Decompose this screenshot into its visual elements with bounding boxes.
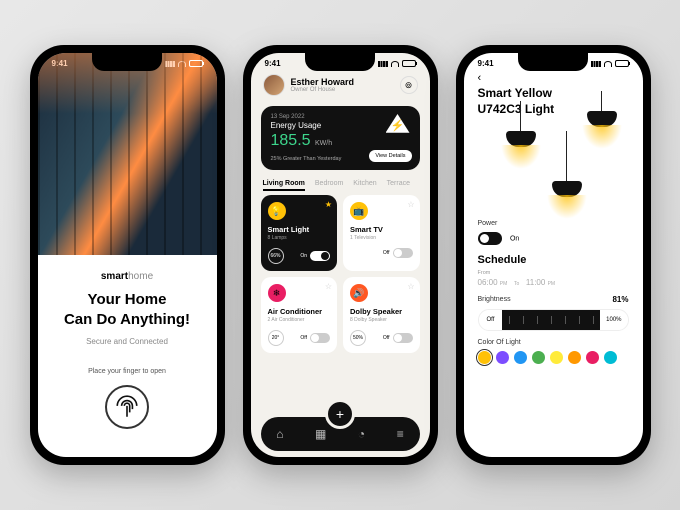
- brightness-label: Brightness: [478, 296, 511, 303]
- device-name: Dolby Speaker: [350, 307, 413, 316]
- status-time: 9:41: [265, 59, 281, 68]
- phone-dashboard: 9:41 Esther Howard Owner Of House ⊚ ⚡ 13…: [243, 45, 438, 465]
- lamp-illustration: [464, 121, 643, 216]
- color-swatches: [478, 351, 629, 364]
- device-toggle[interactable]: [393, 333, 413, 343]
- device-toggle[interactable]: [310, 333, 330, 343]
- device-toggle[interactable]: [393, 248, 413, 258]
- subtitle: Secure and Connected: [56, 337, 199, 346]
- phone-onboarding: 9:41 smarthome Your HomeCan Do Anything!…: [30, 45, 225, 465]
- device-icon: 📺: [350, 202, 368, 220]
- device-value: 50%: [350, 330, 366, 346]
- device-icon: ❄: [268, 284, 286, 302]
- room-tabs: Living Room Bedroom Kitchen Terrace: [251, 174, 430, 195]
- device-sub: 1 Television: [350, 235, 413, 241]
- device-card[interactable]: ☆ 📺 Smart TV 1 Television Off: [343, 195, 420, 271]
- device-state: Off: [383, 335, 390, 341]
- color-swatch[interactable]: [478, 351, 491, 364]
- status-icons: [378, 60, 416, 67]
- color-swatch[interactable]: [514, 351, 527, 364]
- power-state: On: [510, 235, 519, 242]
- nav-settings-icon[interactable]: ≡: [397, 427, 404, 441]
- device-sub: 8 Lamps: [268, 235, 331, 241]
- brightness-value: 81%: [612, 295, 628, 304]
- color-swatch[interactable]: [496, 351, 509, 364]
- device-name: Air Conditioner: [268, 307, 331, 316]
- add-device-button[interactable]: +: [325, 399, 355, 429]
- back-button[interactable]: ‹: [464, 70, 643, 86]
- device-card[interactable]: ★ 💡 Smart Light 8 Lamps 66% On: [261, 195, 338, 271]
- settings-button[interactable]: ⊚: [400, 76, 418, 94]
- tab-terrace[interactable]: Terrace: [387, 180, 410, 191]
- status-time: 9:41: [478, 59, 494, 68]
- schedule-times[interactable]: 06:00 PM To 11:00 PM: [478, 278, 629, 287]
- schedule-from-label: From: [478, 270, 629, 276]
- brightness-slider[interactable]: Off 100%: [478, 309, 629, 331]
- device-icon: 💡: [268, 202, 286, 220]
- power-label: Power: [478, 220, 629, 227]
- tab-living-room[interactable]: Living Room: [263, 180, 305, 191]
- star-icon[interactable]: ★: [325, 200, 332, 209]
- color-swatch[interactable]: [550, 351, 563, 364]
- avatar[interactable]: [263, 74, 285, 96]
- energy-date: 13 Sep 2022: [271, 114, 410, 120]
- device-grid: ★ 💡 Smart Light 8 Lamps 66% On ☆ 📺 Smart…: [251, 195, 430, 353]
- energy-card: ⚡ 13 Sep 2022 Energy Usage 185.5 KW/h 25…: [261, 106, 420, 170]
- nav-bell-icon[interactable]: ◔: [358, 427, 365, 441]
- schedule-title: Schedule: [478, 254, 629, 266]
- power-toggle[interactable]: [478, 232, 502, 245]
- notch: [92, 53, 162, 71]
- color-swatch[interactable]: [532, 351, 545, 364]
- color-swatch[interactable]: [586, 351, 599, 364]
- device-card[interactable]: ☆ 🔊 Dolby Speaker 8 Dolby Speaker 50% Of…: [343, 277, 420, 353]
- device-state: On: [300, 253, 307, 259]
- nav-grid-icon[interactable]: ▦: [315, 427, 326, 441]
- status-time: 9:41: [52, 59, 68, 68]
- fingerprint-hint: Place your finger to open: [56, 368, 199, 375]
- device-toggle[interactable]: [310, 251, 330, 261]
- device-sub: 2 Air Conditioner: [268, 317, 331, 323]
- fingerprint-button[interactable]: [105, 385, 149, 429]
- nav-home-icon[interactable]: ⌂: [276, 427, 283, 441]
- device-value: 20°: [268, 330, 284, 346]
- tab-bedroom[interactable]: Bedroom: [315, 180, 343, 191]
- user-role: Owner Of House: [291, 87, 355, 93]
- status-icons: [165, 60, 203, 67]
- device-value: 66%: [268, 248, 284, 264]
- star-icon[interactable]: ☆: [407, 282, 414, 291]
- device-sub: 8 Dolby Speaker: [350, 317, 413, 323]
- star-icon[interactable]: ☆: [325, 282, 332, 291]
- status-icons: [591, 60, 629, 67]
- notch: [518, 53, 588, 71]
- color-label: Color Of Light: [478, 339, 629, 346]
- headline: Your HomeCan Do Anything!: [56, 290, 199, 331]
- color-swatch[interactable]: [568, 351, 581, 364]
- device-name: Smart TV: [350, 225, 413, 234]
- device-state: Off: [383, 250, 390, 256]
- tab-kitchen[interactable]: Kitchen: [353, 180, 376, 191]
- hero-image: 9:41: [38, 53, 217, 255]
- star-icon[interactable]: ☆: [407, 200, 414, 209]
- color-swatch[interactable]: [604, 351, 617, 364]
- energy-value: 185.5 KW/h: [271, 132, 410, 150]
- device-name: Smart Light: [268, 225, 331, 234]
- device-icon: 🔊: [350, 284, 368, 302]
- device-state: Off: [300, 335, 307, 341]
- fingerprint-icon: [114, 394, 140, 420]
- user-name: Esther Howard: [291, 77, 355, 87]
- device-card[interactable]: ☆ ❄ Air Conditioner 2 Air Conditioner 20…: [261, 277, 338, 353]
- notch: [305, 53, 375, 71]
- view-details-button[interactable]: View Details: [369, 150, 411, 162]
- brand-logo: smarthome: [56, 271, 199, 282]
- phone-light-detail: 9:41 ‹ Smart YellowU742C3 Light Power On…: [456, 45, 651, 465]
